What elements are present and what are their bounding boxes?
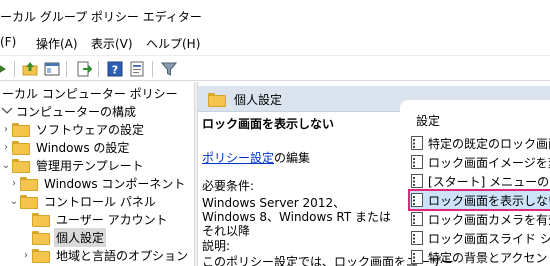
setting-label: ロック画面カメラを有効に: [428, 212, 550, 227]
setting-label: ロック画面イメージを変更: [428, 155, 550, 170]
folder-icon: [20, 177, 38, 191]
collapse-chevron-icon[interactable]: ⌄: [0, 160, 12, 171]
tree-item-control-panel[interactable]: ⌄ コントロール パネル: [8, 192, 158, 210]
expand-chevron-icon[interactable]: ›: [8, 178, 20, 189]
policy-setting-icon: [411, 193, 423, 207]
tree-item-label: Windows コンポーネント: [44, 176, 186, 191]
tree-item-label: ソフトウェアの設定: [36, 122, 145, 137]
filter-icon[interactable]: [160, 60, 178, 78]
tree-item-computer-config[interactable]: コンピューターの構成: [0, 102, 138, 120]
menu-file[interactable]: (F): [0, 35, 16, 49]
setting-label: [スタート] メニューの背景を: [428, 174, 550, 189]
export-list-icon[interactable]: [75, 60, 93, 78]
requirements-text: Windows Server 2012、Windows 8、Windows RT…: [202, 196, 392, 238]
toolbar-separator: [66, 61, 67, 77]
tree-item-label: コントロール パネル: [44, 194, 156, 209]
help-icon[interactable]: ?: [106, 60, 124, 78]
folder-icon: [12, 159, 30, 173]
edit-policy-line: ポリシー設定の編集: [202, 150, 310, 166]
window-title: ーカル グループ ポリシー エディター: [0, 10, 202, 24]
setting-label: ロック画面を表示しない: [428, 193, 550, 208]
collapse-chevron-icon[interactable]: [0, 105, 14, 117]
tree-pane: ーカル コンピューター ポリシー コンピューターの構成 › ソフトウェアの設定 …: [0, 82, 194, 266]
setting-label: 特定の背景とアクセント: [428, 250, 550, 265]
policy-setting-icon: [411, 136, 423, 150]
toolbar-separator: [98, 61, 99, 77]
tree-item-region-language[interactable]: › 地域と言語のオプション: [20, 246, 190, 264]
menu-bar: (F) 操作(A) 表示(V) ヘルプ(H): [0, 30, 550, 55]
setting-label: 特定の既定のロック画面: [428, 136, 550, 151]
svg-text:?: ?: [112, 64, 118, 77]
policy-setting-icon: [411, 250, 423, 264]
tree-item-local-policy[interactable]: ーカル コンピューター ポリシー: [0, 84, 180, 102]
detail-header-title: 個人設定: [234, 93, 283, 107]
edit-policy-link[interactable]: ポリシー設定: [202, 151, 274, 165]
properties-icon[interactable]: [128, 60, 146, 78]
tree-item-personalization[interactable]: 個人設定: [32, 227, 107, 247]
setting-row[interactable]: ロック画面イメージを変更: [410, 153, 550, 171]
setting-row-selected[interactable]: ロック画面を表示しない: [408, 189, 550, 211]
folder-icon: [32, 249, 50, 263]
explanation-label: 説明:: [202, 239, 231, 253]
detail-pane: 個人設定 ロック画面を表示しない ポリシー設定の編集 必要条件: Windows…: [198, 82, 550, 266]
policy-title: ロック画面を表示しない: [202, 117, 335, 131]
expand-chevron-icon[interactable]: ›: [0, 142, 12, 153]
tree-item-label: Windows の設定: [36, 140, 130, 155]
toolbar: ?: [0, 55, 550, 81]
show-hide-tree-icon[interactable]: [43, 60, 61, 78]
tree-item-label: 個人設定: [54, 227, 107, 247]
tree-item-user-accounts[interactable]: ユーザー アカウント: [32, 210, 170, 228]
setting-row[interactable]: [スタート] メニューの背景を: [410, 172, 550, 190]
setting-row[interactable]: ロック画面カメラを有効に: [410, 210, 550, 228]
setting-row[interactable]: 特定の既定のロック画面: [410, 134, 550, 152]
policy-setting-icon: [411, 155, 423, 169]
tree-item-software-settings[interactable]: › ソフトウェアの設定: [0, 120, 146, 138]
policy-setting-icon: [411, 231, 423, 245]
tree-item-label: ーカル コンピューター ポリシー: [2, 86, 178, 101]
forward-icon[interactable]: [0, 60, 12, 78]
tree-item-windows-components[interactable]: › Windows コンポーネント: [8, 174, 187, 192]
edit-policy-suffix: の編集: [274, 151, 311, 165]
policy-setting-icon: [411, 174, 423, 188]
tree-item-label: 管理用テンプレート: [36, 158, 144, 173]
requirements-label: 必要条件:: [202, 179, 255, 193]
tree-item-windows-settings[interactable]: › Windows の設定: [0, 138, 131, 156]
expand-chevron-icon[interactable]: ›: [0, 124, 12, 135]
folder-icon: [32, 231, 50, 245]
tree-item-admin-templates[interactable]: ⌄ 管理用テンプレート: [0, 156, 146, 174]
collapse-chevron-icon[interactable]: ⌄: [8, 196, 20, 207]
folder-icon: [208, 93, 226, 107]
folder-icon: [12, 123, 30, 137]
setting-row[interactable]: 特定の背景とアクセント: [410, 248, 550, 266]
expand-chevron-icon[interactable]: ›: [20, 250, 32, 261]
settings-column-header[interactable]: 設定: [416, 112, 440, 129]
menu-help[interactable]: ヘルプ(H): [146, 35, 200, 52]
folder-icon: [32, 213, 50, 227]
up-folder-icon[interactable]: [21, 60, 39, 78]
toolbar-separator: [14, 61, 15, 77]
tree-item-label: ユーザー アカウント: [56, 212, 168, 227]
tree-item-label: コンピューターの構成: [16, 104, 137, 119]
menu-view[interactable]: 表示(V): [91, 35, 133, 52]
folder-icon: [20, 195, 38, 209]
toolbar-separator: [152, 61, 153, 77]
setting-row[interactable]: ロック画面スライド ショーを: [410, 229, 550, 247]
menu-action[interactable]: 操作(A): [36, 35, 78, 52]
setting-label: ロック画面スライド ショーを: [428, 231, 550, 246]
policy-setting-icon: [411, 212, 423, 226]
folder-icon: [12, 141, 30, 155]
tree-item-label: 地域と言語のオプション: [56, 248, 189, 263]
title-bar: ーカル グループ ポリシー エディター: [0, 0, 550, 30]
